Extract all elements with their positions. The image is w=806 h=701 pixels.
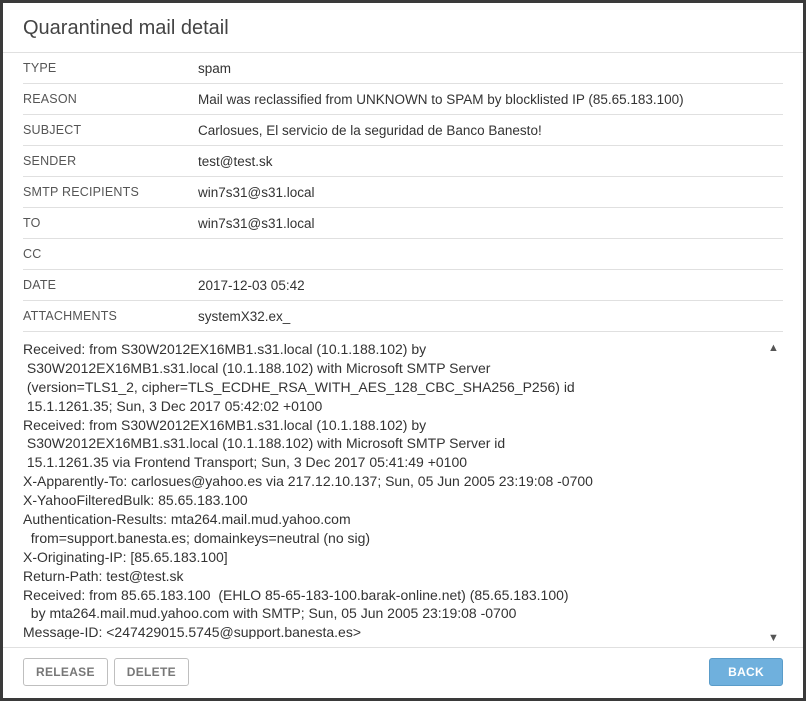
release-button[interactable]: RELEASE: [23, 658, 108, 686]
dialog-title: Quarantined mail detail: [23, 17, 783, 40]
field-reason: REASON Mail was reclassified from UNKNOW…: [23, 84, 783, 115]
field-label: ATTACHMENTS: [23, 309, 198, 323]
delete-button[interactable]: DELETE: [114, 658, 189, 686]
field-value: systemX32.ex_: [198, 309, 783, 324]
field-label: TYPE: [23, 61, 198, 75]
dialog-frame: Quarantined mail detail TYPE spam REASON…: [0, 0, 806, 701]
field-value: Carlosues, El servicio de la seguridad d…: [198, 123, 783, 138]
field-label: SMTP RECIPIENTS: [23, 185, 198, 199]
field-sender: SENDER test@test.sk: [23, 146, 783, 177]
field-value: test@test.sk: [198, 154, 783, 169]
footer-left-group: RELEASE DELETE: [23, 658, 189, 686]
field-value: Mail was reclassified from UNKNOWN to SP…: [198, 92, 783, 107]
field-value: win7s31@s31.local: [198, 216, 783, 231]
field-subject: SUBJECT Carlosues, El servicio de la seg…: [23, 115, 783, 146]
raw-headers-container: Received: from S30W2012EX16MB1.s31.local…: [23, 340, 783, 639]
field-label: DATE: [23, 278, 198, 292]
field-smtp-recipients: SMTP RECIPIENTS win7s31@s31.local: [23, 177, 783, 208]
field-value: win7s31@s31.local: [198, 185, 783, 200]
fields-list: TYPE spam REASON Mail was reclassified f…: [3, 53, 803, 332]
field-type: TYPE spam: [23, 53, 783, 84]
field-label: CC: [23, 247, 198, 261]
field-cc: CC: [23, 239, 783, 270]
back-button[interactable]: BACK: [709, 658, 783, 686]
raw-headers-text[interactable]: Received: from S30W2012EX16MB1.s31.local…: [23, 340, 783, 639]
field-to: TO win7s31@s31.local: [23, 208, 783, 239]
field-value: 2017-12-03 05:42: [198, 278, 783, 293]
dialog-footer: RELEASE DELETE BACK: [3, 647, 803, 698]
dialog-header: Quarantined mail detail: [3, 3, 803, 53]
field-date: DATE 2017-12-03 05:42: [23, 270, 783, 301]
field-attachments: ATTACHMENTS systemX32.ex_: [23, 301, 783, 332]
field-label: REASON: [23, 92, 198, 106]
field-label: SUBJECT: [23, 123, 198, 137]
field-label: SENDER: [23, 154, 198, 168]
field-value: spam: [198, 61, 783, 76]
field-label: TO: [23, 216, 198, 230]
